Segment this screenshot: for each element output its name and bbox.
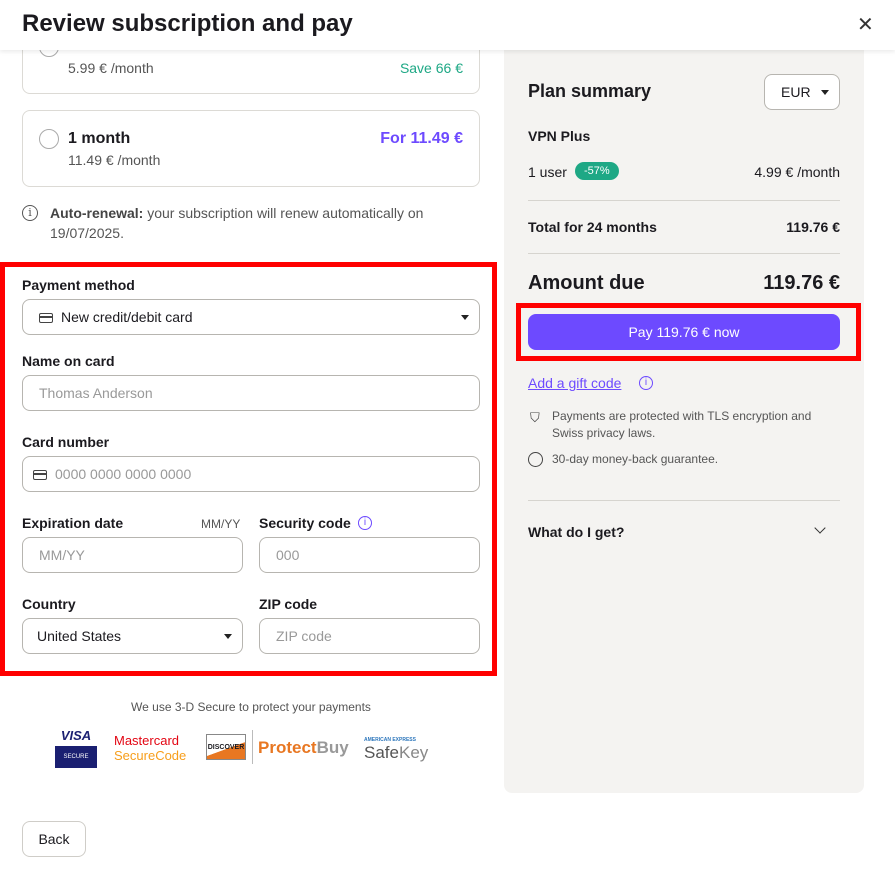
plan-option-1-month[interactable]: 1 month 11.49 € /month For 11.49 € xyxy=(22,110,480,187)
amex-safekey-logo: AMERICAN EXPRESS SafeKey xyxy=(364,737,428,763)
pay-button[interactable]: Pay 119.76 € now xyxy=(528,314,840,350)
renewal-label: Auto-renewal: xyxy=(50,205,144,221)
currency-value: EUR xyxy=(781,84,811,100)
back-button[interactable]: Back xyxy=(22,821,86,857)
placeholder: 000 xyxy=(276,547,300,563)
country-value: United States xyxy=(37,628,122,644)
plan-monthly: 5.99 € /month xyxy=(68,60,154,76)
caret-down-icon xyxy=(461,315,469,320)
product-name: VPN Plus xyxy=(528,128,591,144)
security-code-input[interactable]: 000 xyxy=(259,537,480,573)
visa-text: VISA xyxy=(60,728,92,743)
placeholder: 0000 0000 0000 0000 xyxy=(55,466,192,482)
user-count: 1 user xyxy=(528,164,567,180)
name-on-card-input[interactable]: Thomas Anderson xyxy=(22,375,480,411)
payment-method-label: Payment method xyxy=(22,277,135,293)
placeholder: MM/YY xyxy=(39,547,85,563)
credit-card-icon xyxy=(39,313,53,323)
expiration-label: Expiration date xyxy=(22,515,124,531)
card-number-label: Card number xyxy=(22,434,110,450)
protectbuy-text2: Buy xyxy=(316,738,349,757)
currency-select[interactable]: EUR xyxy=(764,74,840,110)
tls-note: Payments are protected with TLS encrypti… xyxy=(552,409,812,440)
chevron-down-icon[interactable] xyxy=(814,522,826,534)
placeholder: ZIP code xyxy=(276,628,332,644)
protectbuy-text: Protect xyxy=(258,738,317,757)
caret-down-icon xyxy=(224,634,232,639)
expiration-input[interactable]: MM/YY xyxy=(22,537,243,573)
plan-price: For 11.49 € xyxy=(380,130,463,147)
plan-monthly: 11.49 € /month xyxy=(68,152,161,168)
shield-icon: ⛉ xyxy=(530,410,540,425)
add-gift-code-link[interactable]: Add a gift code xyxy=(528,375,621,391)
total-label: Total for 24 months xyxy=(528,219,657,235)
mc-text: Mastercard xyxy=(114,733,180,748)
country-select[interactable]: United States xyxy=(22,618,243,654)
plan-name: 1 month xyxy=(68,130,131,147)
guarantee-note: 30-day money-back guarantee. xyxy=(552,452,719,466)
discover-logo: DISCOVER xyxy=(206,734,246,760)
info-icon[interactable]: i xyxy=(358,516,372,530)
divider xyxy=(528,500,840,501)
name-label: Name on card xyxy=(22,353,115,369)
summary-title: Plan summary xyxy=(528,81,652,101)
zip-label: ZIP code xyxy=(259,596,318,612)
zip-input[interactable]: ZIP code xyxy=(259,618,480,654)
country-label: Country xyxy=(22,596,76,612)
expiration-hint: MM/YY xyxy=(201,517,241,531)
safekey-text: Safe xyxy=(364,743,399,762)
placeholder: Thomas Anderson xyxy=(39,385,153,401)
header: Review subscription and pay ✕ xyxy=(0,0,895,50)
auto-renewal-note: i Auto-renewal: your subscription will r… xyxy=(22,203,462,243)
security-code-label: Security code xyxy=(259,515,351,531)
radio-button[interactable] xyxy=(39,129,59,149)
info-icon[interactable]: i xyxy=(639,376,653,390)
safekey-text2: Key xyxy=(398,743,429,762)
divider xyxy=(252,730,253,764)
card-number-input[interactable]: 0000 0000 0000 0000 xyxy=(22,456,480,492)
discount-badge: -57% xyxy=(575,162,619,180)
visa-sub: SECURE xyxy=(55,746,97,768)
info-icon: i xyxy=(22,205,38,221)
page-title: Review subscription and pay xyxy=(22,10,353,37)
what-do-i-get-toggle[interactable]: What do I get? xyxy=(528,524,624,540)
total-value: 119.76 € xyxy=(786,219,840,235)
amount-due-value: 119.76 € xyxy=(763,272,840,294)
divider xyxy=(528,253,840,254)
3ds-note: We use 3-D Secure to protect your paymen… xyxy=(131,700,371,714)
caret-down-icon xyxy=(821,90,829,95)
per-month-price: 4.99 € /month xyxy=(754,164,840,180)
plan-summary-panel: Plan summary EUR VPN Plus 1 user -57% 4.… xyxy=(504,50,864,793)
close-icon[interactable]: ✕ xyxy=(857,12,874,37)
plan-savings: Save 66 € xyxy=(399,60,463,76)
payment-method-select[interactable]: New credit/debit card xyxy=(22,299,480,335)
protectbuy-logo: ProtectBuy xyxy=(258,738,349,758)
amount-due-label: Amount due xyxy=(528,272,645,294)
divider xyxy=(528,200,840,201)
payment-method-value: New credit/debit card xyxy=(61,309,193,325)
discover-text: DISCOVER xyxy=(207,744,245,751)
mc-sub: SecureCode xyxy=(114,748,187,763)
visa-secure-logo: VISA SECURE xyxy=(55,728,97,770)
credit-card-icon xyxy=(33,470,47,480)
mastercard-securecode-logo: Mastercard SecureCode xyxy=(114,733,186,775)
clock-icon xyxy=(528,452,543,467)
